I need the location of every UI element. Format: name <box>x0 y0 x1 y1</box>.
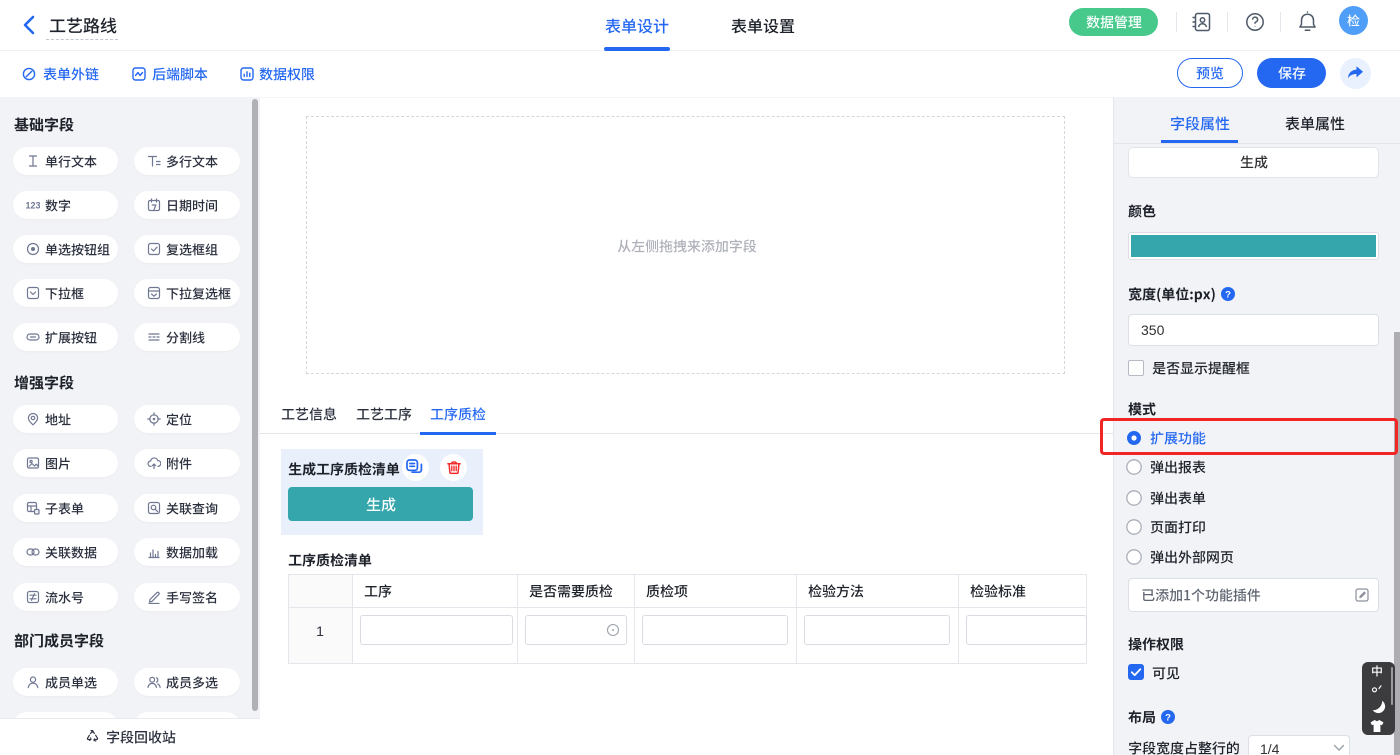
svg-text:?: ? <box>1165 712 1171 723</box>
svg-text:123: 123 <box>26 201 40 211</box>
svg-text:?: ? <box>1225 289 1231 300</box>
